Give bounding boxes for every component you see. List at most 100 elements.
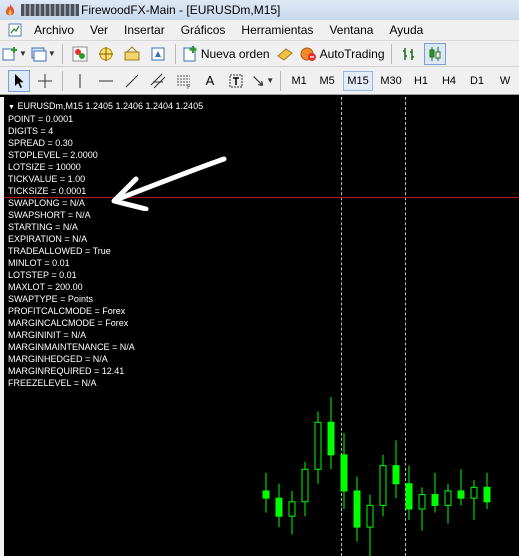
candle: [457, 469, 465, 506]
menu-insertar[interactable]: Insertar: [116, 23, 173, 37]
menu-ver[interactable]: Ver: [82, 23, 116, 37]
candle: [327, 397, 335, 470]
timeframe-h1[interactable]: H1: [409, 71, 433, 91]
tester-button[interactable]: [147, 43, 169, 65]
profiles-icon: [31, 47, 47, 61]
candle-body: [431, 494, 439, 506]
candle: [392, 440, 400, 499]
vertical-line-button[interactable]: [69, 70, 91, 92]
timeframe-h4[interactable]: H4: [437, 71, 461, 91]
bar-chart-icon: [402, 47, 414, 60]
title-bar: FirewoodFX-Main - [EURUSDm,M15]: [0, 0, 519, 20]
fibonacci-button[interactable]: F: [173, 70, 195, 92]
bar-chart-button[interactable]: [398, 43, 420, 65]
autotrading-label: AutoTrading: [319, 46, 385, 61]
candle: [366, 494, 374, 556]
candle-body: [457, 490, 465, 499]
candle: [405, 465, 413, 520]
candle-body: [392, 465, 400, 485]
candlestick-series: [262, 397, 491, 556]
candle: [444, 483, 452, 524]
window-title: FirewoodFX-Main - [EURUSDm,M15]: [81, 3, 281, 17]
terminal-icon: [124, 45, 140, 60]
timeframe-w1[interactable]: W: [493, 71, 517, 91]
channel-button[interactable]: [147, 70, 169, 92]
menu-ventana[interactable]: Ventana: [321, 23, 381, 37]
new-order-button[interactable]: Nueva orden: [182, 43, 270, 65]
arrow-tool-icon: [253, 75, 264, 86]
candle-body: [275, 497, 283, 517]
svg-text:F: F: [187, 84, 191, 89]
market-watch-icon: [72, 46, 88, 61]
timeframe-d1[interactable]: D1: [465, 71, 489, 91]
standard-toolbar: ▼ ▼ Nueva orden AutoTrading: [0, 41, 519, 67]
autotrading-button[interactable]: AutoTrading: [300, 43, 385, 65]
arrows-button[interactable]: ▼: [251, 70, 274, 92]
text-label-button[interactable]: [225, 70, 247, 92]
market-watch-button[interactable]: [69, 43, 91, 65]
toolbar-separator: [280, 70, 282, 91]
autotrading-icon: [300, 47, 316, 61]
candle-body: [262, 490, 270, 499]
candle: [431, 472, 439, 513]
navigator-button[interactable]: [95, 43, 117, 65]
menu-bar: Archivo Ver Insertar Gráficos Herramient…: [0, 20, 519, 41]
candlestick-icon: [429, 46, 440, 61]
candle: [301, 462, 309, 517]
candle: [483, 472, 491, 510]
profiles-button[interactable]: ▼: [31, 43, 56, 65]
menu-archivo[interactable]: Archivo: [26, 23, 82, 37]
toolbar-separator: [390, 43, 392, 64]
text-tool-button[interactable]: A: [199, 70, 221, 92]
candle-body: [483, 486, 491, 503]
menu-graficos[interactable]: Gráficos: [173, 23, 234, 37]
cursor-tool-button[interactable]: [8, 69, 30, 92]
candle: [262, 472, 270, 513]
trendline-button[interactable]: [121, 70, 143, 92]
candle: [379, 454, 387, 517]
chart-window[interactable]: ▼ EURUSDm,M15 1.2405 1.2406 1.2404 1.240…: [4, 97, 519, 556]
app-flame-icon: [5, 4, 15, 16]
new-chart-icon: [2, 46, 17, 60]
vertical-line-icon: [79, 73, 81, 88]
timeframe-m1[interactable]: M1: [287, 71, 311, 91]
chevron-down-icon: ▼: [47, 49, 56, 58]
horizontal-line-icon: [98, 80, 113, 81]
text-label-icon: [229, 74, 243, 87]
trendline-icon: [125, 74, 139, 87]
metaeditor-icon: [276, 47, 293, 61]
menu-herramientas[interactable]: Herramientas: [233, 23, 321, 37]
navigator-icon: [98, 46, 113, 61]
candle-body: [314, 421, 322, 470]
text-tool-label: A: [205, 73, 215, 88]
fibonacci-icon: F: [176, 75, 191, 89]
candle-body: [288, 501, 296, 517]
candle-body: [444, 490, 452, 506]
crosshair-icon: [38, 73, 52, 88]
candle-body: [327, 421, 335, 456]
timeframe-m30[interactable]: M30: [377, 71, 405, 91]
menu-ayuda[interactable]: Ayuda: [381, 23, 431, 37]
candlestick-chart-button[interactable]: [423, 42, 446, 65]
cursor-arrow-icon: [15, 73, 24, 88]
chevron-down-icon: ▼: [266, 76, 275, 85]
toolbar-separator: [62, 70, 63, 91]
candle: [353, 476, 361, 542]
metaeditor-button[interactable]: [274, 43, 296, 65]
horizontal-line-button[interactable]: [95, 70, 117, 92]
chevron-down-icon: ▼: [19, 49, 27, 58]
chart-document-icon[interactable]: [8, 23, 22, 37]
candle: [340, 433, 348, 510]
candle-body: [405, 483, 413, 510]
candle: [314, 411, 322, 484]
new-chart-button[interactable]: ▼: [2, 43, 27, 65]
candle-body: [470, 486, 478, 499]
candle-body: [301, 468, 309, 503]
crosshair-tool-button[interactable]: [34, 70, 56, 92]
terminal-button[interactable]: [121, 43, 143, 65]
candle-body: [340, 454, 348, 492]
timeframe-m15[interactable]: M15: [343, 70, 374, 91]
new-order-label: Nueva orden: [200, 46, 270, 61]
timeframe-m5[interactable]: M5: [315, 71, 339, 91]
candle: [288, 490, 296, 535]
